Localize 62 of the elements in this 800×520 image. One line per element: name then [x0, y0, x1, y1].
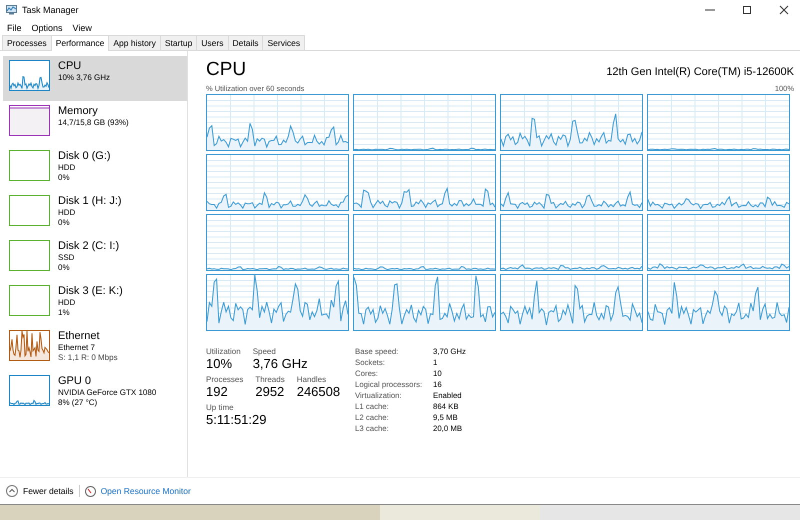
- sidebar-item[interactable]: Disk 3 (E: K:) HDD 1%: [3, 281, 187, 326]
- item-name: Memory: [58, 105, 99, 117]
- stat-label: Processes: [206, 375, 244, 384]
- sidebar-item[interactable]: Disk 2 (C: I:) SSD 0%: [3, 236, 187, 281]
- sidebar-item[interactable]: GPU 0 NVIDIA GeForce GTX 1080 8% (27 °C): [3, 371, 187, 416]
- menu-item[interactable]: Options: [28, 22, 67, 32]
- item-detail: Ethernet 7: [58, 343, 96, 352]
- sidebar-item[interactable]: Disk 0 (G:) HDD 0%: [3, 146, 187, 191]
- item-detail: HDD: [58, 208, 76, 217]
- stat-value: 3,76 GHz: [252, 356, 308, 371]
- stat-label: Threads: [255, 375, 285, 384]
- stat-label: Up time: [206, 403, 235, 412]
- maximize-icon[interactable]: [742, 5, 752, 15]
- item-detail: 0%: [58, 263, 71, 272]
- stat-value: 246508: [296, 384, 340, 399]
- stat-label: Utilization: [206, 347, 241, 356]
- item-name: Ethernet: [58, 330, 101, 342]
- tab[interactable]: Performance: [50, 35, 110, 51]
- item-name: Disk 3 (E: K:): [58, 285, 123, 297]
- item-name: CPU: [58, 60, 82, 72]
- sidebar-item[interactable]: CPU 10% 3,76 GHz: [3, 56, 187, 101]
- panel-title: CPU: [206, 59, 246, 81]
- sidebar-item[interactable]: Disk 1 (H: J:) HDD 0%: [3, 191, 187, 236]
- stat-label: Handles: [296, 375, 328, 384]
- item-name: Disk 0 (G:): [58, 150, 111, 162]
- app-icon: [6, 5, 17, 15]
- item-detail: S: 1,1 R: 0 Mbps: [58, 353, 118, 362]
- item-name: GPU 0: [58, 375, 92, 387]
- item-detail: SSD: [58, 253, 76, 262]
- stat-value: 10%: [206, 356, 234, 371]
- menu-item[interactable]: View: [68, 22, 96, 32]
- stat-label: Speed: [252, 347, 277, 356]
- tab[interactable]: Startup: [160, 35, 198, 50]
- close-icon[interactable]: [779, 5, 789, 15]
- tab[interactable]: Services: [262, 35, 306, 50]
- sidebar-item[interactable]: Ethernet Ethernet 7 S: 1,1 R: 0 Mbps: [3, 326, 187, 371]
- resource-monitor-link[interactable]: Open Resource Monitor: [100, 486, 191, 496]
- item-detail: 14,7/15,8 GB (93%): [58, 118, 129, 127]
- fewer-details-button[interactable]: Fewer details: [6, 485, 74, 497]
- item-detail: HDD: [58, 298, 76, 307]
- item-detail: 0%: [58, 173, 71, 182]
- item-detail: HDD: [58, 163, 76, 172]
- sidebar-item[interactable]: Memory 14,7/15,8 GB (93%): [3, 101, 187, 146]
- item-name: Disk 2 (C: I:): [58, 240, 120, 252]
- tab[interactable]: App history: [108, 35, 161, 50]
- item-detail: 1%: [58, 308, 71, 317]
- item-detail: 8% (27 °C): [58, 398, 98, 407]
- menu-item[interactable]: File: [3, 22, 26, 32]
- stat-value: 192: [206, 384, 229, 399]
- item-name: Disk 1 (H: J:): [58, 195, 122, 207]
- stat-value: 5:11:51:29: [206, 412, 266, 427]
- item-detail: 0%: [58, 218, 71, 227]
- chevron-up-icon: [6, 485, 18, 497]
- stat-value: 2952: [255, 384, 285, 399]
- gauge-icon: [84, 486, 96, 496]
- processor-name: 12th Gen Intel(R) Core(TM) i5-12600K: [606, 66, 794, 78]
- tab[interactable]: Users: [196, 35, 228, 50]
- window-title: Task Manager: [22, 5, 80, 15]
- tab[interactable]: Processes: [2, 35, 52, 50]
- item-detail: NVIDIA GeForce GTX 1080: [58, 388, 156, 397]
- item-detail: 10% 3,76 GHz: [58, 73, 110, 82]
- tab[interactable]: Details: [228, 35, 264, 50]
